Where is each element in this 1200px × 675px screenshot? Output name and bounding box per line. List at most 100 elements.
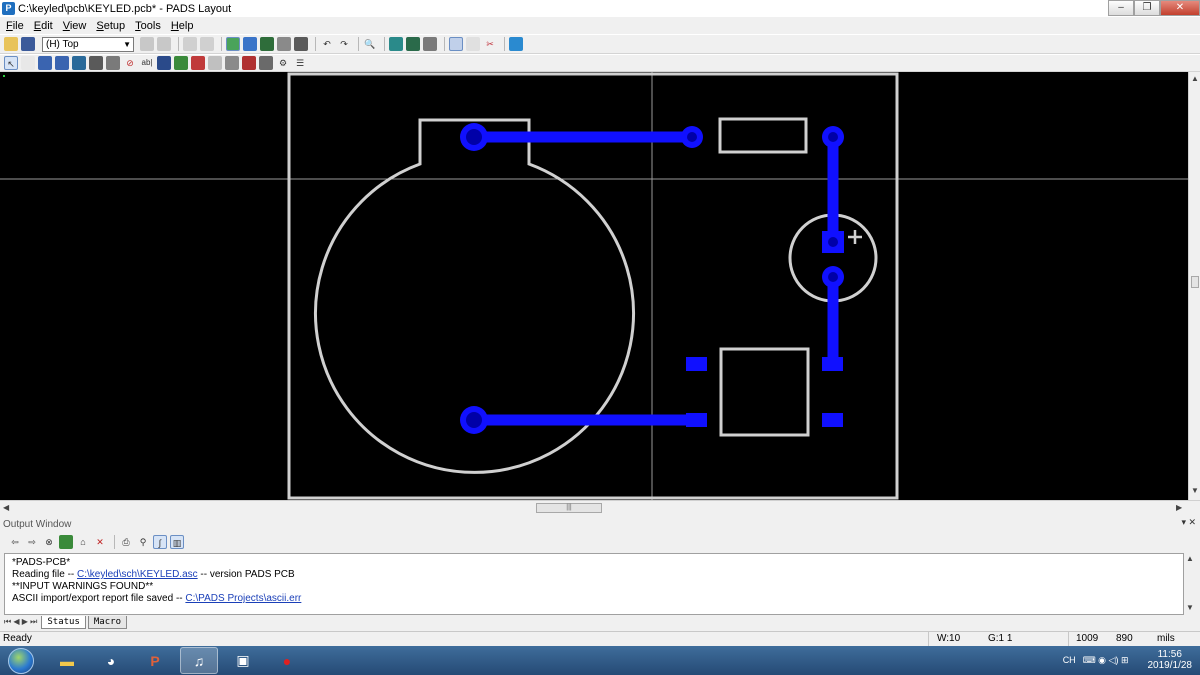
menu-edit[interactable]: Edit [34, 20, 53, 32]
tab-navigation-icon[interactable]: ⏮ ◀ ▶ ⏭ [4, 617, 37, 627]
print-icon[interactable]: ⎙ [119, 535, 133, 549]
output-window-header: Output Window ▾ ✕ [0, 517, 1200, 531]
settings-icon[interactable]: ⚙ [276, 56, 290, 70]
powerpoint-icon[interactable]: P [136, 647, 174, 674]
menu-view[interactable]: View [63, 20, 87, 32]
tab-status[interactable]: Status [41, 615, 86, 629]
zoom-icon[interactable]: 🔍 [363, 37, 377, 51]
window-title: C:\keyled\pcb\KEYLED.pcb* - PADS Layout [18, 2, 232, 15]
scroll-up-icon[interactable]: ▲ [1191, 74, 1199, 83]
length-icon[interactable] [191, 56, 205, 70]
route-toolbar-icon[interactable] [294, 37, 308, 51]
tools-icon[interactable]: ✂ [483, 37, 497, 51]
canvas-horizontal-scrollbar[interactable]: ◀ ||| ▶ [0, 500, 1200, 514]
add-route-icon[interactable] [38, 56, 52, 70]
select-mode-icon[interactable] [449, 37, 463, 51]
scroll-up-icon[interactable]: ▲ [1186, 554, 1194, 563]
log-line: *PADS-PCB* [12, 557, 71, 568]
toolbar-separator [358, 37, 359, 51]
horizontal-scroll-thumb[interactable]: ||| [536, 503, 602, 513]
cluster-icon[interactable] [157, 56, 171, 70]
menu-setup[interactable]: Setup [96, 20, 125, 32]
back-arrow-icon[interactable]: ⇦ [8, 535, 22, 549]
columns-icon[interactable]: ▥ [170, 535, 184, 549]
drafting-toolbar-icon[interactable] [243, 37, 257, 51]
output-scrollbar[interactable]: ▲ ▼ [1184, 553, 1196, 615]
scroll-right-icon[interactable]: ▶ [1176, 503, 1182, 512]
menu-help[interactable]: Help [171, 20, 194, 32]
pads-layout-taskbar-icon[interactable]: ♫ [180, 647, 218, 674]
stretch-icon[interactable] [225, 56, 239, 70]
output-window-controls[interactable]: ▾ ✕ [1181, 517, 1196, 528]
pcb-drawing[interactable] [0, 72, 1188, 500]
vertical-scroll-thumb[interactable] [1191, 276, 1199, 288]
ecoo-toolbar-icon[interactable] [277, 37, 291, 51]
scroll-down-icon[interactable]: ▼ [1186, 603, 1194, 612]
pads-router-taskbar-icon[interactable]: ▣ [224, 647, 262, 674]
log-link-err[interactable]: C:\PADS Projects\ascii.err [185, 593, 301, 604]
angle-icon[interactable] [208, 56, 222, 70]
toolbar-separator [315, 37, 316, 51]
pad-switch-4 [822, 413, 843, 427]
copy-icon[interactable] [140, 37, 154, 51]
design-toolbar-icon[interactable] [226, 37, 240, 51]
minimize-button[interactable]: – [1108, 0, 1134, 16]
chrome-icon[interactable]: ◕ [92, 647, 130, 674]
scroll-down-icon[interactable]: ▼ [1191, 486, 1199, 495]
pad-switch-2 [686, 413, 707, 427]
paste-icon[interactable] [200, 37, 214, 51]
forward-arrow-icon[interactable]: ⇨ [25, 535, 39, 549]
cut-icon[interactable] [183, 37, 197, 51]
redraw-icon[interactable] [423, 37, 437, 51]
cursor-style-icon[interactable] [466, 37, 480, 51]
auto-route-icon[interactable] [106, 56, 120, 70]
gate-swap-icon[interactable] [259, 56, 273, 70]
add-via-icon[interactable] [55, 56, 69, 70]
toolbar-separator [178, 37, 179, 51]
script-icon[interactable]: ∫ [153, 535, 167, 549]
file-explorer-icon[interactable]: ▬ [48, 647, 86, 674]
scroll-left-icon[interactable]: ◀ [3, 503, 9, 512]
system-clock[interactable]: 11:56 2019/1/28 [1148, 649, 1193, 671]
dimension-toolbar-icon[interactable] [260, 37, 274, 51]
select-arrow-icon[interactable]: ↖ [4, 56, 18, 70]
stop-icon[interactable]: ⊗ [42, 535, 56, 549]
pcb-canvas[interactable] [0, 72, 1188, 500]
save-icon[interactable] [21, 37, 35, 51]
log-link-asc[interactable]: C:\keyled\sch\KEYLED.asc [77, 569, 198, 580]
find-icon[interactable]: ⚲ [136, 535, 150, 549]
home-icon[interactable]: ⌂ [76, 535, 90, 549]
status-units: mils [1157, 633, 1175, 644]
save-log-icon[interactable] [59, 535, 73, 549]
menu-file[interactable]: File [6, 20, 24, 32]
3d-view-icon[interactable] [509, 37, 523, 51]
open-file-icon[interactable] [4, 37, 18, 51]
verify-design-icon[interactable] [389, 37, 403, 51]
tab-macro[interactable]: Macro [87, 615, 127, 629]
text-icon[interactable]: ab| [140, 56, 154, 70]
undo-icon[interactable]: ↶ [320, 37, 334, 51]
union-icon[interactable] [174, 56, 188, 70]
start-button[interactable] [8, 647, 34, 674]
redo-icon[interactable]: ↷ [337, 37, 351, 51]
tray-icons[interactable]: ⌨ ◉ ◁) ⊞ [1083, 655, 1129, 666]
layer-select[interactable]: (H) Top ▼ [42, 36, 134, 52]
menu-bar: File Edit View Setup Tools Help [0, 17, 1200, 34]
refresh-icon[interactable] [157, 37, 171, 51]
pour-manager-icon[interactable] [406, 37, 420, 51]
no-route-icon[interactable]: ⊘ [123, 56, 137, 70]
maximize-button[interactable]: ❐ [1134, 0, 1160, 16]
log-line: **INPUT WARNINGS FOUND** [12, 581, 154, 592]
output-tabs: ⏮ ◀ ▶ ⏭ Status Macro [0, 615, 1200, 629]
screen-recorder-icon[interactable]: ● [268, 647, 306, 674]
canvas-vertical-scrollbar[interactable]: ▲ ▼ [1188, 72, 1200, 500]
input-language[interactable]: CH [1063, 655, 1076, 665]
clear-icon[interactable]: ✕ [93, 535, 107, 549]
sketch-route-icon[interactable] [89, 56, 103, 70]
dynamic-route-icon[interactable] [72, 56, 86, 70]
pin-swap-icon[interactable] [242, 56, 256, 70]
menu-tools[interactable]: Tools [135, 20, 161, 32]
move-icon[interactable] [21, 56, 35, 70]
close-button[interactable]: ✕ [1160, 0, 1200, 16]
list-icon[interactable]: ☰ [293, 56, 307, 70]
